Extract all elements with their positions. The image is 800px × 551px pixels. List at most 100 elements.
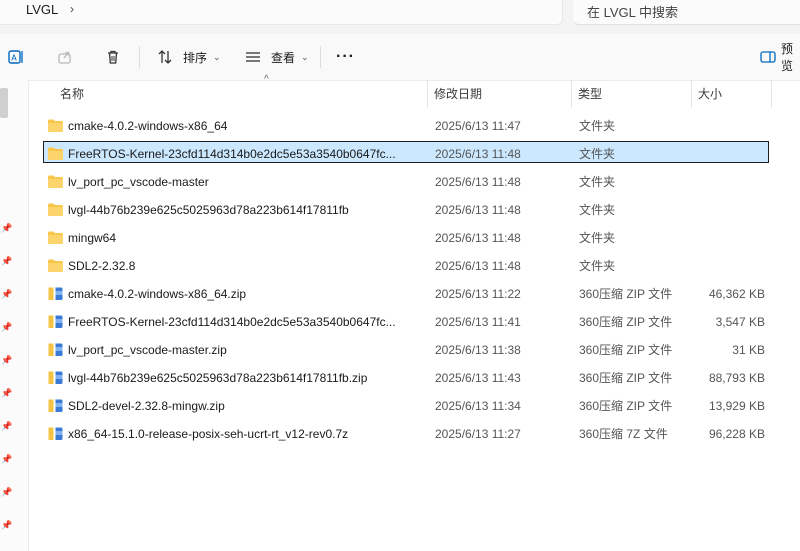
command-bar: A 排序 ⌄ 查看 ⌄ ··· 预览 (0, 34, 800, 81)
file-size: 46,362 KB (708, 287, 765, 301)
nav-scrollbar-thumb[interactable] (0, 88, 8, 118)
pin-icon[interactable]: 📌 (1, 322, 12, 333)
file-size (692, 140, 765, 168)
column-header-type[interactable]: 类型 (572, 80, 692, 108)
file-size (692, 168, 765, 196)
chevron-down-icon: ⌄ (213, 51, 221, 62)
file-size (692, 224, 765, 252)
file-row[interactable]: x86_64-15.1.0-release-posix-seh-ucrt-rt_… (28, 420, 800, 448)
file-type: 文件夹 (579, 231, 616, 245)
file-date: 2025/6/13 11:34 (435, 399, 521, 413)
file-date: 2025/6/13 11:48 (435, 175, 521, 189)
breadcrumb-lvgl[interactable]: LVGL (26, 2, 58, 17)
more-options-button[interactable]: ··· (336, 44, 355, 70)
folder-icon (47, 230, 64, 245)
file-size: 31 KB (732, 343, 765, 357)
column-header-name[interactable]: 名称 (54, 80, 428, 108)
file-name: lvgl-44b76b239e625c5025963d78a223b614f17… (68, 371, 368, 385)
pin-icon[interactable]: 📌 (1, 520, 12, 531)
column-header-date[interactable]: 修改日期 (428, 80, 572, 108)
file-date: 2025/6/13 11:48 (435, 147, 521, 161)
zip-archive-icon (47, 286, 64, 301)
search-input[interactable]: 在 LVGL 中搜索 (573, 0, 800, 25)
file-row[interactable]: lvgl-44b76b239e625c5025963d78a223b614f17… (28, 364, 800, 392)
file-type: 360压缩 ZIP 文件 (579, 315, 673, 329)
pin-icon[interactable]: 📌 (1, 454, 12, 465)
column-headers: ^ 名称 修改日期 类型 大小 (28, 74, 800, 110)
chevron-down-icon: ⌄ (301, 51, 309, 62)
view-list-icon (243, 47, 263, 67)
file-type: 文件夹 (579, 119, 616, 133)
file-date: 2025/6/13 11:27 (435, 427, 521, 441)
file-row[interactable]: cmake-4.0.2-windows-x86_64 2025/6/13 11:4… (28, 112, 800, 140)
file-row[interactable]: lv_port_pc_vscode-master 2025/6/13 11:48 文… (28, 168, 800, 196)
file-name: lv_port_pc_vscode-master.zip (68, 343, 227, 357)
view-button[interactable]: 查看 ⌄ (243, 44, 309, 70)
file-row[interactable]: SDL2-2.32.8 2025/6/13 11:48 文件夹 (28, 252, 800, 280)
folder-icon (47, 146, 64, 161)
file-name: SDL2-2.32.8 (68, 259, 136, 273)
file-name: mingw64 (68, 231, 117, 245)
folder-icon (47, 202, 64, 217)
folder-icon (47, 174, 64, 189)
column-header-size[interactable]: 大小 (692, 80, 772, 108)
pin-icon[interactable]: 📌 (1, 289, 12, 300)
file-type: 文件夹 (579, 259, 616, 273)
file-date: 2025/6/13 11:22 (435, 287, 521, 301)
file-type: 360压缩 ZIP 文件 (579, 399, 673, 413)
pin-icon[interactable]: 📌 (1, 487, 12, 498)
file-name: FreeRTOS-Kernel-23cfd114d314b0e2dc5e53a3… (68, 147, 396, 161)
trash-icon (103, 47, 123, 67)
file-size: 88,793 KB (708, 371, 765, 385)
top-bar: LVGL › 在 LVGL 中搜索 (0, 0, 800, 34)
toolbar-divider (320, 46, 321, 68)
folder-icon (47, 258, 64, 273)
file-type: 360压缩 ZIP 文件 (579, 343, 673, 357)
file-type: 文件夹 (579, 175, 616, 189)
preview-pane-button[interactable]: 预览 (759, 42, 800, 73)
file-row[interactable]: lvgl-44b76b239e625c5025963d78a223b614f17… (28, 196, 800, 224)
file-name: x86_64-15.1.0-release-posix-seh-ucrt-rt_… (68, 427, 349, 441)
file-size: 13,929 KB (708, 399, 765, 413)
rename-button[interactable]: A (6, 44, 26, 70)
pin-icon[interactable]: 📌 (1, 388, 12, 399)
zip-archive-icon (47, 426, 64, 441)
share-icon (55, 47, 75, 67)
delete-button[interactable] (103, 44, 123, 70)
file-type: 360压缩 ZIP 文件 (579, 287, 673, 301)
sort-label: 排序 (183, 50, 208, 65)
navigation-pane: 📌 📌 📌 📌 📌 📌 📌 📌 📌 📌 (0, 80, 29, 551)
file-size: 3,547 KB (715, 315, 765, 329)
share-button[interactable] (55, 44, 75, 70)
file-name: lvgl-44b76b239e625c5025963d78a223b614f17… (68, 203, 349, 217)
sort-button[interactable]: 排序 ⌄ (155, 44, 221, 70)
zip-archive-icon (47, 342, 64, 357)
file-date: 2025/6/13 11:48 (435, 259, 521, 273)
file-row[interactable]: FreeRTOS-Kernel-23cfd114d314b0e2dc5e53a3… (28, 308, 800, 336)
pin-icon[interactable]: 📌 (1, 421, 12, 432)
file-date: 2025/6/13 11:43 (435, 371, 521, 385)
preview-label: 预览 (781, 42, 794, 73)
file-name: SDL2-devel-2.32.8-mingw.zip (68, 399, 225, 413)
chevron-right-icon[interactable]: › (70, 2, 74, 16)
file-row[interactable]: lv_port_pc_vscode-master.zip 2025/6/13 11… (28, 336, 800, 364)
pin-icon[interactable]: 📌 (1, 223, 12, 234)
file-row[interactable]: SDL2-devel-2.32.8-mingw.zip 2025/6/13 11:… (28, 392, 800, 420)
pin-icon[interactable]: 📌 (1, 355, 12, 366)
address-bar[interactable]: LVGL › (0, 0, 563, 25)
file-row[interactable]: FreeRTOS-Kernel-23cfd114d314b0e2dc5e53a3… (28, 140, 800, 168)
file-size (692, 196, 765, 224)
file-row[interactable]: mingw64 2025/6/13 11:48 文件夹 (28, 224, 800, 252)
file-size (692, 112, 765, 140)
file-name: cmake-4.0.2-windows-x86_64.zip (68, 287, 247, 301)
search-placeholder: 在 LVGL 中搜索 (587, 5, 679, 20)
file-name: FreeRTOS-Kernel-23cfd114d314b0e2dc5e53a3… (68, 315, 396, 329)
zip-archive-icon (47, 314, 64, 329)
file-row[interactable]: cmake-4.0.2-windows-x86_64.zip 2025/6/13 … (28, 280, 800, 308)
file-date: 2025/6/13 11:48 (435, 203, 521, 217)
toolbar-divider (139, 46, 140, 68)
file-type: 360压缩 7Z 文件 (579, 427, 668, 441)
pin-icon[interactable]: 📌 (1, 256, 12, 267)
zip-archive-icon (47, 370, 64, 385)
svg-text:A: A (11, 54, 17, 63)
